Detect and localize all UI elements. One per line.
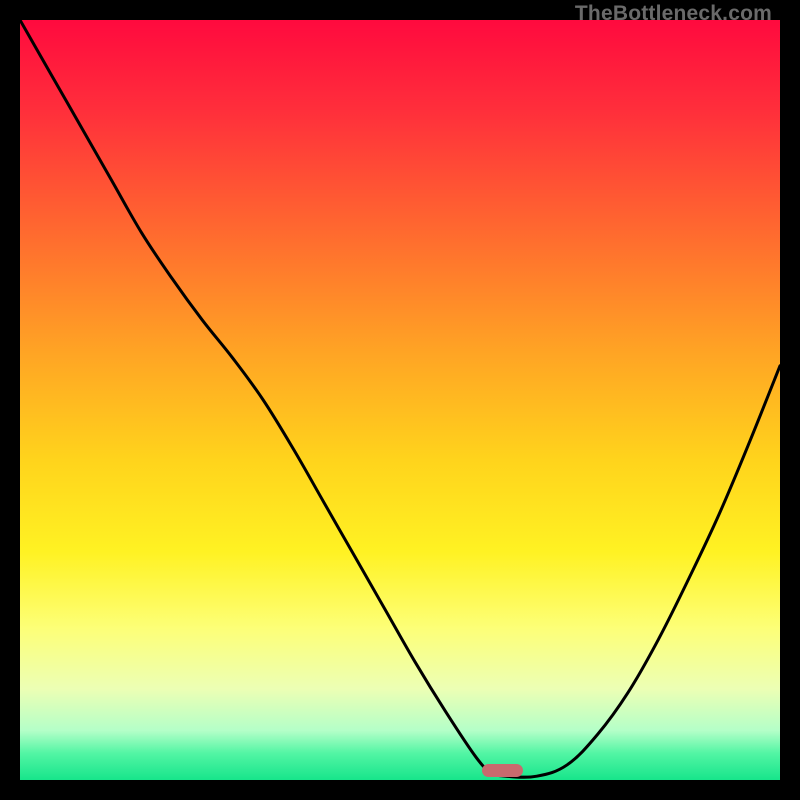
plot-area <box>20 20 780 780</box>
gradient-background <box>20 20 780 780</box>
outer-frame: TheBottleneck.com <box>0 0 800 800</box>
watermark-text: TheBottleneck.com <box>575 2 772 26</box>
optimal-marker <box>482 764 524 777</box>
